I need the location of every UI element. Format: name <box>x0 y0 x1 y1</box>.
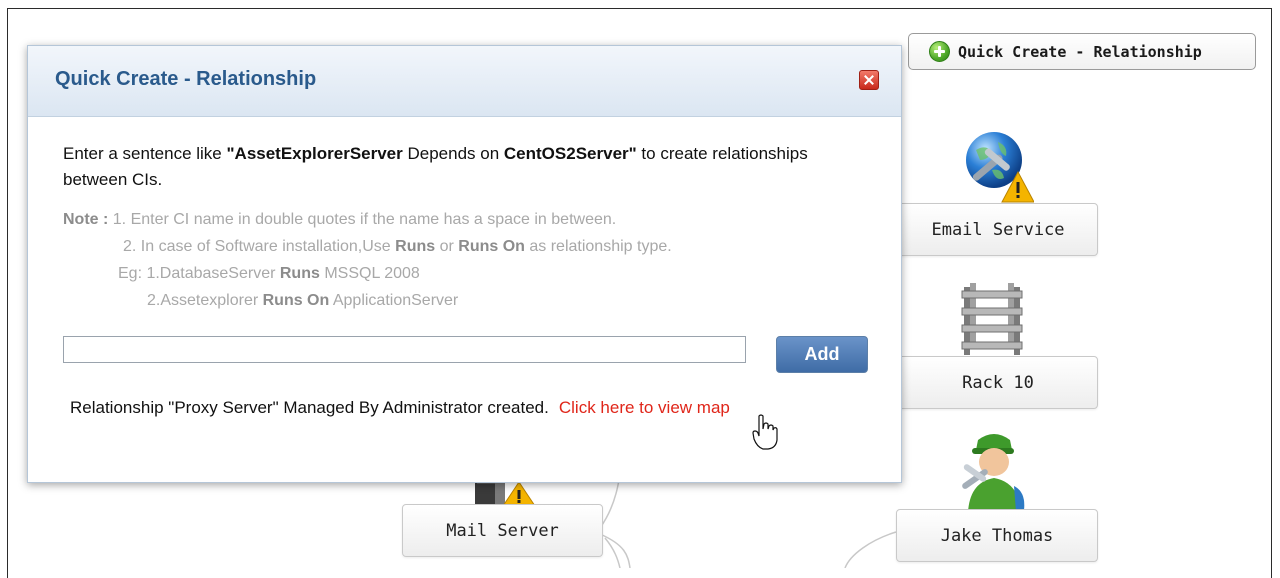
note-example-1: Eg: 1.DatabaseServer <box>118 265 280 282</box>
intro-text: Enter a sentence like <box>63 144 227 163</box>
node-mail-server[interactable]: Mail Server <box>402 504 603 557</box>
note-runs-on: Runs On <box>458 238 525 255</box>
note-runs: Runs <box>395 238 436 255</box>
dialog-notes: Note : 1. Enter CI name in double quotes… <box>63 206 672 314</box>
quick-create-dialog: Quick Create - Relationship Enter a sent… <box>27 45 902 483</box>
note-example-1-runs: Runs <box>279 265 320 282</box>
rack-shelf-icon <box>961 283 1023 355</box>
add-button[interactable]: Add <box>776 336 868 373</box>
note-example-2-suffix: ApplicationServer <box>329 292 459 309</box>
node-rack[interactable]: Rack 10 <box>898 356 1098 409</box>
intro-depends: Depends on <box>402 144 504 163</box>
note-example-1-suffix: MSSQL 2008 <box>319 265 420 282</box>
technician-icon <box>962 434 1025 512</box>
plus-circle-icon <box>929 41 950 62</box>
status-message: Relationship "Proxy Server" Managed By A… <box>70 398 730 418</box>
close-icon[interactable] <box>859 70 879 90</box>
status-text: Relationship "Proxy Server" Managed By A… <box>70 398 549 417</box>
relationship-input[interactable] <box>63 336 746 363</box>
node-email-service[interactable]: Email Service <box>898 203 1098 256</box>
note-line-1: 1. Enter CI name in double quotes if the… <box>108 211 617 228</box>
note-example-2-runs-on: Runs On <box>262 292 330 309</box>
quick-create-relationship-button[interactable]: Quick Create - Relationship <box>908 33 1256 70</box>
hand-cursor-icon <box>752 414 778 450</box>
dialog-header: Quick Create - Relationship <box>28 46 901 117</box>
node-person[interactable]: Jake Thomas <box>896 509 1098 562</box>
note-line-2-suffix: as relationship type. <box>524 238 672 255</box>
dialog-title: Quick Create - Relationship <box>55 68 317 90</box>
node-label: Rack 10 <box>962 372 1034 393</box>
dialog-instructions: Enter a sentence like "AssetExplorerServ… <box>63 141 863 193</box>
note-label: Note : <box>63 211 109 228</box>
note-line-2: 2. In case of Software installation,Use <box>123 238 396 255</box>
intro-example-target: CentOS2Server" <box>503 144 637 163</box>
note-or: or <box>435 238 459 255</box>
node-label: Email Service <box>931 219 1065 240</box>
node-label: Jake Thomas <box>940 525 1054 546</box>
globe-wrench-warning-icon <box>966 132 1034 203</box>
node-label: Mail Server <box>446 520 559 541</box>
view-map-link[interactable]: Click here to view map <box>559 398 730 417</box>
intro-example-server: "AssetExplorerServer <box>226 144 403 163</box>
quick-create-relationship-label: Quick Create - Relationship <box>958 42 1202 61</box>
note-example-2: 2.Assetexplorer <box>147 292 263 309</box>
